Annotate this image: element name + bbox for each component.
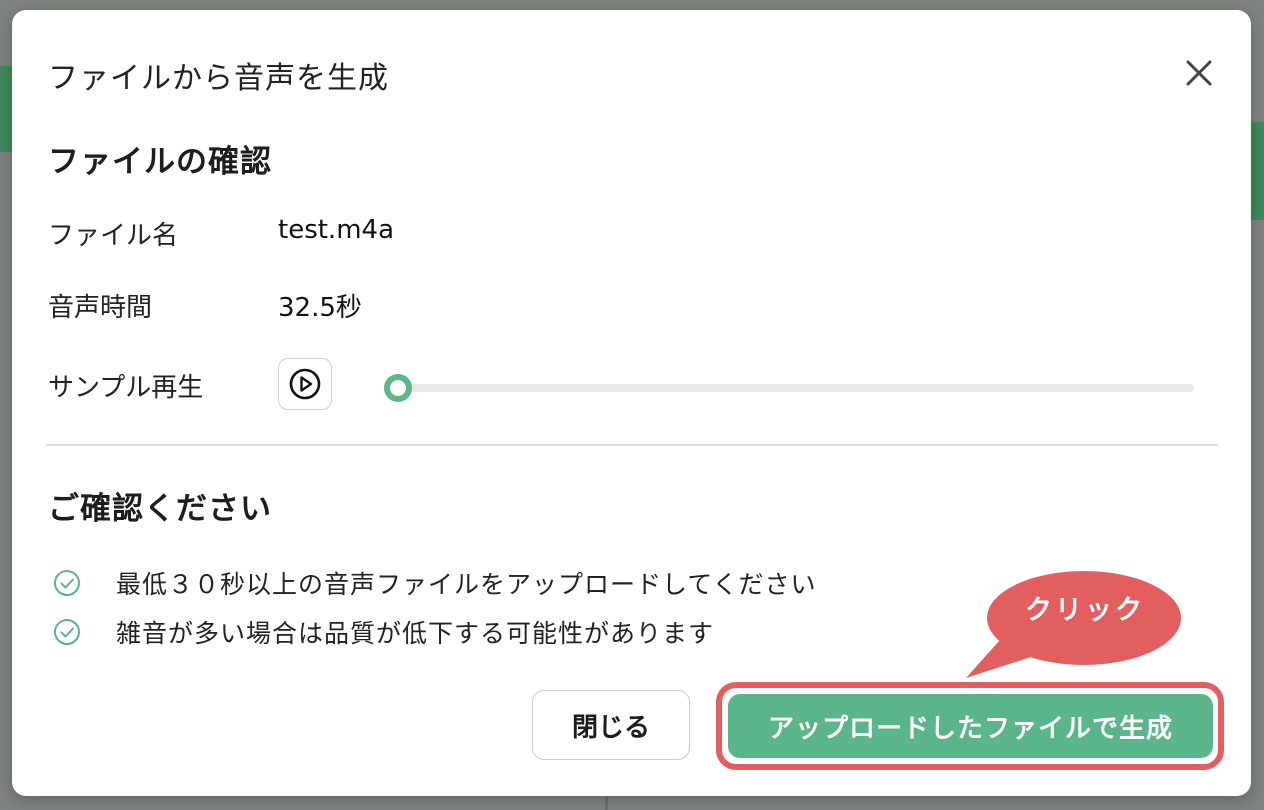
check-circle-icon — [54, 619, 80, 645]
check-circle-icon — [54, 570, 80, 596]
notice-item: 最低３０秒以上の音声ファイルをアップロードしてください — [52, 565, 817, 601]
file-check-heading: ファイルの確認 — [48, 144, 272, 180]
close-button[interactable]: 閉じる — [532, 690, 690, 760]
dialog-title: ファイルから音声を生成 — [48, 61, 389, 96]
notice-text: 雑音が多い場合は品質が低下する可能性があります — [116, 619, 715, 648]
playback-slider-thumb[interactable] — [384, 374, 412, 402]
close-icon[interactable] — [1180, 54, 1218, 92]
generate-from-file-dialog: ファイルから音声を生成 ファイルの確認 ファイル名 test.m4a 音声時間 … — [12, 10, 1251, 796]
notice-text: 最低３０秒以上の音声ファイルをアップロードしてください — [116, 570, 817, 599]
sample-playback-label: サンプル再生 — [48, 373, 204, 403]
duration-value: 32.5秒 — [278, 293, 362, 323]
section-divider — [46, 444, 1218, 446]
backdrop-accent-right — [1250, 122, 1264, 220]
notice-item: 雑音が多い場合は品質が低下する可能性があります — [52, 614, 714, 650]
playback-slider-track[interactable] — [398, 384, 1194, 392]
notice-heading: ご確認ください — [48, 491, 272, 527]
duration-label: 音声時間 — [48, 293, 153, 323]
file-name-label: ファイル名 — [48, 221, 179, 251]
play-circle-icon — [289, 368, 321, 400]
file-name-value: test.m4a — [278, 215, 394, 245]
callout-text: クリック — [1025, 595, 1145, 626]
play-button[interactable] — [278, 358, 332, 410]
backdrop-line — [605, 795, 608, 810]
generate-from-upload-button[interactable]: アップロードしたファイルで生成 — [728, 694, 1213, 758]
